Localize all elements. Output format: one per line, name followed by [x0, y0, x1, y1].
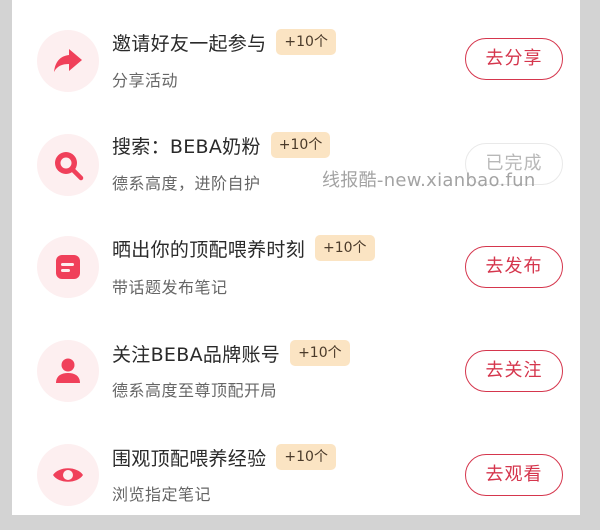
watermark-text: 线报酷-new.xianbao.fun [322, 170, 536, 191]
task-subtitle: 带话题发布笔记 [112, 278, 228, 297]
reward-badge: +10个 [276, 29, 336, 55]
task-item-post: 晒出你的顶配喂养时刻 +10个 带话题发布笔记 去发布 [12, 218, 580, 322]
reward-badge: +10个 [315, 235, 375, 261]
follow-button[interactable]: 去关注 [465, 350, 563, 392]
task-subtitle: 德系高度，进阶自护 [112, 174, 261, 193]
share-icon-circle [37, 30, 99, 92]
task-item-watch: 围观顶配喂养经验 +10个 浏览指定笔记 去观看 [12, 426, 580, 530]
note-icon-circle [37, 236, 99, 298]
post-button[interactable]: 去发布 [465, 246, 563, 288]
task-title: 关注BEBA品牌账号 [112, 343, 281, 366]
note-icon [56, 255, 80, 279]
task-title: 邀请好友一起参与 [112, 32, 267, 55]
task-subtitle: 分享活动 [112, 71, 179, 90]
eye-icon-circle [37, 444, 99, 506]
user-icon-circle [37, 340, 99, 402]
share-icon [54, 49, 82, 72]
task-subtitle: 浏览指定笔记 [112, 485, 212, 504]
task-title-row: 搜索：BEBA奶粉 +10个 [112, 130, 331, 160]
watch-button[interactable]: 去观看 [465, 454, 563, 496]
task-title: 搜索：BEBA奶粉 [112, 135, 261, 158]
task-title: 晒出你的顶配喂养时刻 [112, 238, 306, 261]
task-title-row: 晒出你的顶配喂养时刻 +10个 [112, 233, 375, 263]
share-button[interactable]: 去分享 [465, 38, 563, 80]
task-subtitle: 德系高度至尊顶配开局 [112, 381, 278, 400]
task-item-invite: 邀请好友一起参与 +10个 分享活动 去分享 [12, 10, 580, 114]
task-item-follow: 关注BEBA品牌账号 +10个 德系高度至尊顶配开局 去关注 [12, 322, 580, 426]
task-list-card: 邀请好友一起参与 +10个 分享活动 去分享 搜索：BEBA奶粉 +10个 德系… [12, 0, 580, 515]
eye-icon [53, 468, 83, 482]
task-title-row: 围观顶配喂养经验 +10个 [112, 442, 336, 472]
reward-badge: +10个 [290, 340, 350, 366]
task-title-row: 关注BEBA品牌账号 +10个 [112, 338, 350, 368]
task-title: 围观顶配喂养经验 [112, 447, 267, 470]
reward-badge: +10个 [276, 444, 336, 470]
task-title-row: 邀请好友一起参与 +10个 [112, 27, 336, 57]
reward-badge: +10个 [270, 132, 331, 158]
search-icon-circle [37, 134, 99, 196]
user-icon [56, 358, 80, 383]
search-icon [55, 152, 84, 181]
